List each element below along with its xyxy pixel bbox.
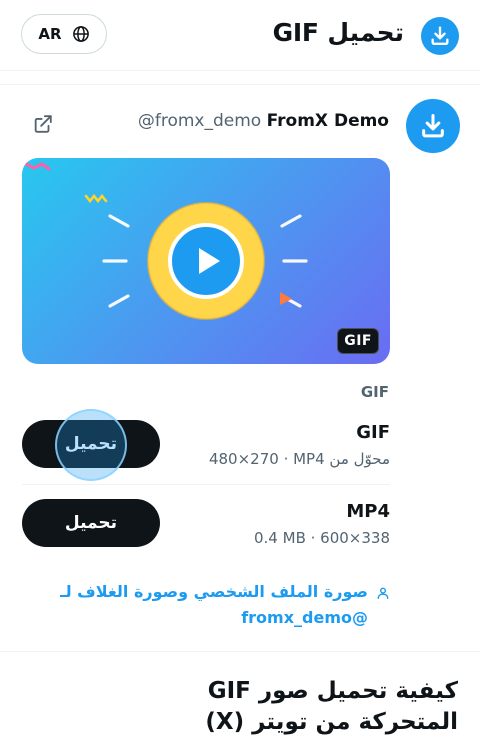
media-type-label: GIF: [360, 383, 389, 401]
option-details: 0.4 MB · 600×338: [254, 529, 390, 547]
play-illustration: [24, 162, 308, 320]
download-gif-button[interactable]: تحميل: [22, 420, 160, 468]
author-name: FromX Demo: [266, 111, 389, 131]
tweet-card: @fromx_demo FromX Demo GIF GIF GIF 480×2…: [0, 84, 480, 652]
author-line: @fromx_demo FromX Demo: [138, 111, 389, 131]
divider: [22, 484, 390, 485]
user-icon: [377, 587, 389, 599]
option-format-title: MP4: [346, 501, 390, 522]
page-header: AR تحميل GIF: [0, 0, 480, 71]
language-code: AR: [38, 25, 62, 43]
howto-heading: كيفية تحميل صور GIF المتحركة من تويتر (X…: [205, 678, 458, 735]
profile-images-link-text[interactable]: صورة الملف الشخصي وصورة الغلاف لـ @fromx…: [28, 579, 368, 631]
gif-preview-media[interactable]: GIF: [22, 158, 390, 364]
external-link-icon[interactable]: [30, 111, 56, 137]
download-circle-icon: [422, 113, 444, 138]
download-circle-icon: [421, 17, 459, 55]
download-option-mp4: MP4 0.4 MB · 600×338 تحميل: [22, 499, 390, 561]
page-title: تحميل GIF: [272, 18, 405, 47]
download-mp4-button[interactable]: تحميل: [22, 499, 160, 547]
globe-icon: [72, 26, 89, 42]
gif-badge: GIF: [337, 328, 379, 354]
profile-images-link[interactable]: صورة الملف الشخصي وصورة الغلاف لـ @fromx…: [22, 579, 390, 631]
language-switch-button[interactable]: AR: [21, 14, 107, 54]
download-option-gif: GIF 480×270 · MP4 محوّل من تحميل: [22, 409, 390, 482]
author-avatar: [406, 99, 460, 153]
option-details: 480×270 · MP4 محوّل من: [208, 450, 390, 468]
option-format-title: GIF: [356, 422, 390, 443]
author-handle: @fromx_demo: [137, 111, 262, 131]
